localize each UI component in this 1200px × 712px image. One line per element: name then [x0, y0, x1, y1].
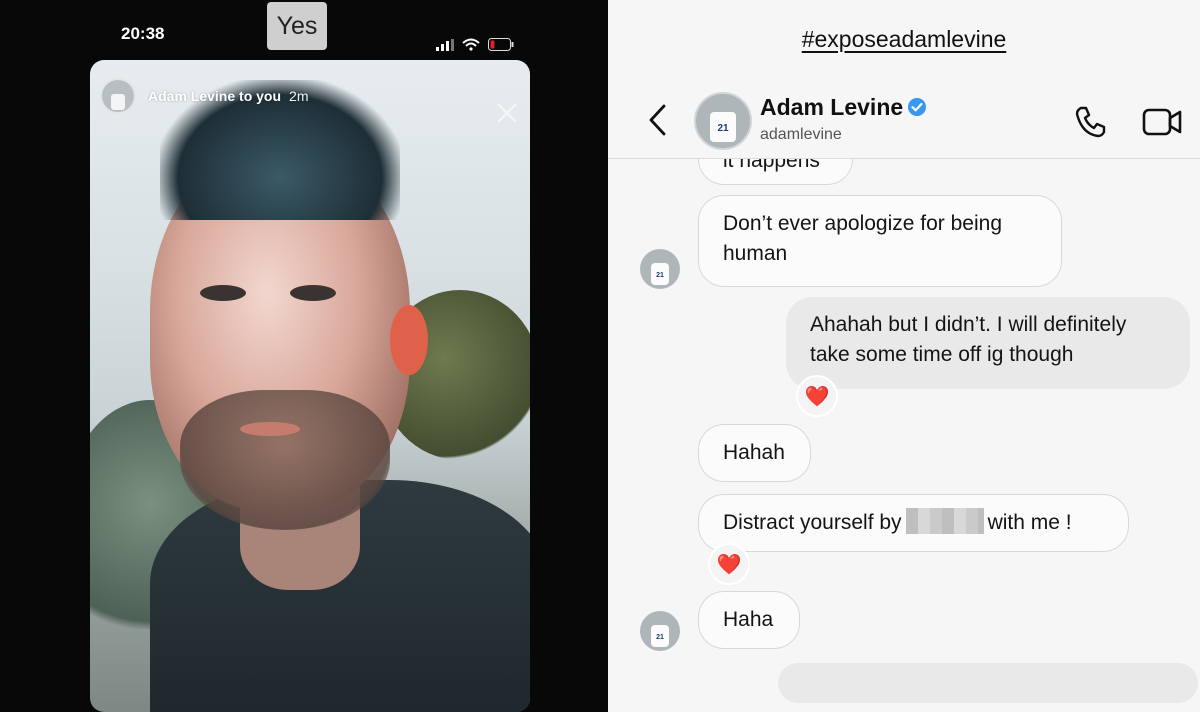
message-text: it happens	[723, 159, 820, 172]
contact-name-text: Adam Levine	[760, 94, 904, 120]
message-text: Distract yourself by	[723, 511, 902, 534]
dm-screenshot-pane: #exposeadamlevine 21 Adam Levine adamlev…	[608, 0, 1200, 712]
verified-badge-icon	[908, 98, 927, 116]
censored-word	[905, 508, 984, 534]
hashtag-title: #exposeadamlevine	[801, 26, 1007, 52]
message-bubble-incoming[interactable]: it happens	[698, 159, 853, 185]
ear	[390, 305, 428, 375]
battery-icon	[488, 38, 514, 51]
back-chevron-icon[interactable]	[646, 102, 668, 138]
story-header: Adam Levine to you 2m	[148, 88, 308, 104]
status-icons	[436, 38, 514, 51]
heart-reaction[interactable]: ❤️	[708, 543, 750, 585]
message-bubble-outgoing-cutoff[interactable]	[778, 663, 1198, 703]
sender-avatar[interactable]: 21	[640, 611, 680, 651]
message-text: Ahahah but I didn’t. I will definitely t…	[810, 313, 1127, 366]
message-text: Don’t ever apologize for being human	[723, 212, 1003, 265]
message-bubble-incoming[interactable]: Haha	[698, 591, 800, 649]
signal-icon	[436, 39, 454, 51]
avatar[interactable]: 21	[694, 92, 752, 150]
eye	[200, 285, 246, 301]
message-text: Hahah	[723, 441, 785, 464]
message-bubble-incoming[interactable]: Hahah	[698, 424, 811, 482]
contact-name[interactable]: Adam Levine	[760, 94, 927, 121]
phone-photo-pane: 20:38 Yes Adam Levine to you 2m	[0, 0, 608, 712]
message-thread[interactable]: it happens 21 Don’t ever apologize for b…	[608, 159, 1200, 712]
poll-answer-label: Yes	[267, 2, 327, 50]
contact-username: adamlevine	[760, 126, 842, 143]
close-icon[interactable]	[492, 98, 522, 128]
mouth	[240, 422, 300, 436]
story-author-line: Adam Levine to you	[148, 88, 282, 104]
jersey-graphic	[111, 94, 125, 110]
video-call-icon[interactable]	[1142, 104, 1182, 138]
message-bubble-outgoing[interactable]: Ahahah but I didn’t. I will definitely t…	[786, 297, 1190, 389]
phone-call-icon[interactable]	[1072, 104, 1108, 140]
jersey-number: 21	[651, 263, 669, 285]
beard	[180, 390, 390, 530]
sender-avatar[interactable]: 21	[640, 249, 680, 289]
dm-header: 21 Adam Levine adamlevine	[608, 82, 1200, 159]
story-author-avatar[interactable]	[100, 78, 136, 114]
message-text: Haha	[723, 608, 774, 631]
heart-reaction[interactable]: ❤️	[796, 375, 838, 417]
jersey-number: 21	[710, 112, 736, 142]
message-bubble-incoming[interactable]: Distract yourself by with me !	[698, 494, 1129, 552]
jersey-number: 21	[651, 625, 669, 647]
status-time: 20:38	[121, 24, 165, 43]
message-bubble-incoming[interactable]: Don’t ever apologize for being human	[698, 195, 1062, 287]
message-text: with me !	[987, 511, 1072, 534]
eye	[290, 285, 336, 301]
story-viewer[interactable]: Adam Levine to you 2m	[90, 60, 530, 712]
story-time: 2m	[289, 88, 309, 104]
wifi-icon	[462, 38, 480, 51]
